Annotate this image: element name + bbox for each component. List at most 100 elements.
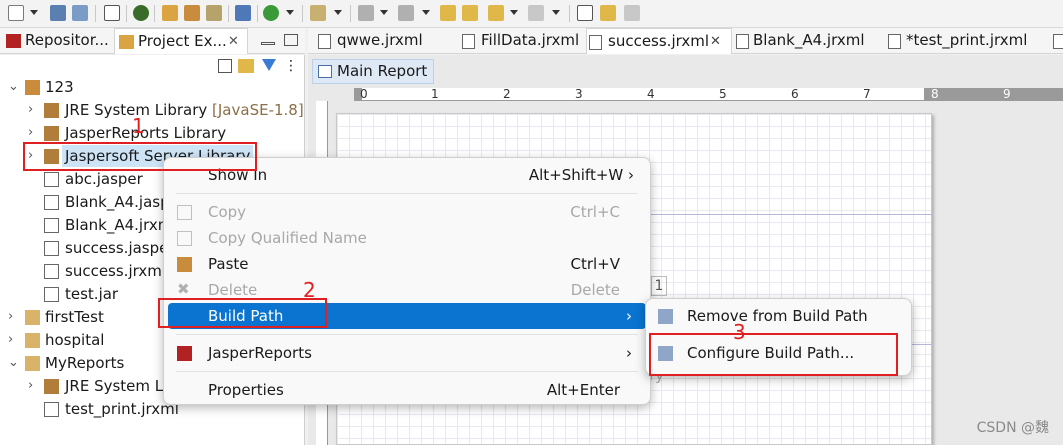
expand-icon[interactable]: ⌄ [8,76,20,98]
tab-success[interactable]: success.jrxml ✕ [586,28,732,54]
minimize-icon[interactable] [261,42,275,45]
next-annotation-dropdown-icon[interactable] [380,10,388,15]
open-perspective-icon[interactable] [577,5,593,21]
close-icon[interactable]: ✕ [710,29,721,54]
new-icon[interactable] [8,5,24,21]
menu-item-jasperreports[interactable]: JasperReports › [168,340,646,366]
run-icon[interactable] [263,5,279,21]
tree-item-label: firstTest [45,306,104,328]
navigate-icon[interactable] [462,5,478,21]
close-icon[interactable]: ✕ [228,29,239,54]
forward-dropdown-icon[interactable] [552,10,560,15]
tree-item-jre-library[interactable]: › JRE System Library [JavaSE-1.8] [0,99,300,121]
expand-icon[interactable]: ⌄ [8,352,20,374]
collapse-all-icon[interactable] [218,59,232,73]
pen-icon[interactable] [310,5,326,21]
tree-item-label: MyReports [45,352,124,374]
back-dropdown-icon[interactable] [510,10,518,15]
menu-item-shortcut: Ctrl+C [570,199,620,225]
submenu-arrow-icon: › [626,340,632,366]
tab-blank-a4[interactable]: Blank_A4.jrxml [732,28,882,54]
menu-item-copy-qualified-name[interactable]: Copy Qualified Name [168,225,646,251]
view-menu-icon[interactable]: ⋮ [284,59,298,73]
file-icon [318,34,331,49]
maximize-icon[interactable] [284,34,298,46]
project-explorer-icon [119,35,134,49]
tree-item-decoration: [JavaSE-1.8] [212,101,304,119]
delete-icon: ✖ [177,282,192,297]
publish-icon[interactable] [162,5,178,21]
expand-icon[interactable]: › [8,329,20,351]
tab-test-print[interactable]: *test_print.jrxml [886,28,1046,54]
expand-icon[interactable]: › [28,122,40,144]
new-dropdown-icon[interactable] [30,10,38,15]
save-all-icon[interactable] [72,5,88,21]
tab-overflow[interactable] [1051,28,1063,54]
back-icon[interactable] [488,5,504,21]
tree-item-label: Blank_A4.jrxml [65,214,177,236]
tree-toolbar: ⋮ [218,59,298,77]
prev-annotation-dropdown-icon[interactable] [422,10,430,15]
file-icon [888,34,901,49]
tree-item-project-123[interactable]: ⌄ 123 [0,76,300,98]
ruler-mark: 4 [647,88,655,101]
folder-icon [25,310,40,325]
next-annotation-icon[interactable] [358,5,374,21]
wizard-icon[interactable] [206,5,222,21]
file-icon [462,34,475,49]
folder-icon [25,333,40,348]
toolbar-separator [257,5,258,22]
link-with-editor-icon[interactable] [238,59,254,73]
jasper-file-icon [44,241,59,256]
debug-icon[interactable] [133,5,149,21]
tab-main-report[interactable]: Main Report [312,59,434,84]
jasper-file-icon [44,195,59,210]
toolbar-separator [95,5,96,22]
toolbar-separator [126,5,127,22]
expand-icon[interactable]: › [8,306,20,328]
tab-project-explorer[interactable]: Project Ex... ✕ [114,28,248,54]
ruler-mark: 3 [575,88,583,101]
ruler-mark: 0 [360,88,368,101]
toolbar-separator [228,5,229,22]
undo-icon[interactable] [600,5,616,21]
save-icon[interactable] [50,5,66,21]
jrxml-file-icon [44,218,59,233]
submenu-arrow-icon: › [626,303,632,329]
tab-qwwe[interactable]: qwwe.jrxml [310,28,458,54]
menu-item-label: Copy Qualified Name [208,225,367,251]
file-icon [589,35,602,50]
tab-label: Blank_A4.jrxml [753,28,865,53]
forward-icon[interactable] [528,5,544,21]
redo-icon[interactable] [624,5,640,21]
menu-item-paste[interactable]: Paste Ctrl+V [168,251,646,277]
compile-icon[interactable] [184,5,200,21]
binary-icon[interactable] [104,5,120,21]
expand-icon[interactable]: › [28,99,40,121]
tree-item-label: test_print.jrxml [65,398,179,420]
tab-label: FillData.jrxml [481,28,579,53]
prev-annotation-icon[interactable] [398,5,414,21]
run-dropdown-icon[interactable] [286,10,294,15]
filter-icon[interactable] [262,59,276,71]
jrxml-file-icon [44,264,59,279]
menu-item-label: JasperReports [208,340,312,366]
horizontal-ruler: 0 1 2 3 4 5 6 7 8 9 [354,88,1063,101]
tree-item-jasperreports-library[interactable]: › JasperReports Library [0,122,300,144]
tree-item-label: hospital [45,329,104,351]
menu-item-copy[interactable]: Copy Ctrl+C [168,199,646,225]
main-toolbar [0,0,1063,28]
copy-icon [177,205,192,220]
page-number-field[interactable]: 1 [651,276,667,296]
server-icon[interactable] [235,5,251,21]
ruler-margin [924,88,1063,101]
pen-dropdown-icon[interactable] [334,10,342,15]
expand-icon[interactable]: › [28,375,40,397]
last-edit-icon[interactable] [440,5,456,21]
library-icon [44,126,59,141]
toolbar-separator [569,5,570,22]
tab-repository[interactable]: Repositor... [0,28,112,54]
tab-filldata[interactable]: FillData.jrxml [460,28,586,54]
menu-item-remove-from-build-path[interactable]: Remove from Build Path [650,303,907,329]
menu-item-properties[interactable]: Properties Alt+Enter [168,377,646,403]
